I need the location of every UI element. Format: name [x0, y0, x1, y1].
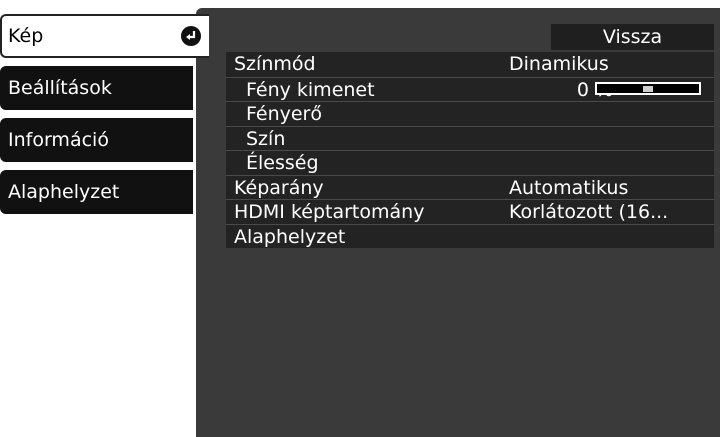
tab-label: Beállítások — [8, 77, 112, 99]
tab-alaphelyzet[interactable]: Alaphelyzet — [0, 170, 193, 214]
row-label: Szín — [246, 127, 286, 150]
tab-label: Kép — [8, 25, 44, 47]
row-label: Élesség — [246, 152, 319, 174]
row-value: Automatikus — [509, 176, 629, 199]
row-label: Képarány — [234, 176, 324, 199]
row-value: Korlátozott (16... — [509, 201, 669, 223]
row-fenyero[interactable]: Fényerő — [226, 101, 714, 126]
slider-knob[interactable] — [643, 85, 653, 92]
row-hdmi-keptartomany[interactable]: HDMI képtartomány Korlátozott (16... — [226, 199, 714, 224]
row-feny-kimenet[interactable]: Fény kimenet 0 % — [226, 76, 714, 101]
row-label: Fényerő — [246, 103, 322, 125]
tab-informacio[interactable]: Információ — [0, 118, 193, 162]
tab-label: Információ — [8, 129, 109, 151]
light-output-slider[interactable] — [595, 81, 701, 95]
return-icon — [181, 26, 201, 46]
settings-panel: Vissza Színmód Dinamikus Fény kimenet 0 … — [196, 8, 720, 437]
row-alaphelyzet[interactable]: Alaphelyzet — [226, 223, 714, 248]
row-szin[interactable]: Szín — [226, 125, 714, 150]
row-label: HDMI képtartomány — [234, 201, 425, 223]
row-elesseg[interactable]: Élesség — [226, 150, 714, 175]
row-label: Fény kimenet — [246, 78, 375, 101]
row-label: Alaphelyzet — [234, 225, 346, 248]
row-szinmod[interactable]: Színmód Dinamikus — [226, 52, 714, 77]
tab-beallitasok[interactable]: Beállítások — [0, 66, 193, 110]
tab-label: Alaphelyzet — [8, 181, 120, 203]
row-label: Színmód — [234, 53, 316, 75]
settings-list: Színmód Dinamikus Fény kimenet 0 % Fénye… — [226, 52, 714, 248]
row-value: Dinamikus — [509, 53, 609, 75]
row-keparany[interactable]: Képarány Automatikus — [226, 174, 714, 199]
back-button[interactable]: Vissza — [551, 24, 714, 50]
tab-kep[interactable]: Kép — [0, 14, 209, 58]
